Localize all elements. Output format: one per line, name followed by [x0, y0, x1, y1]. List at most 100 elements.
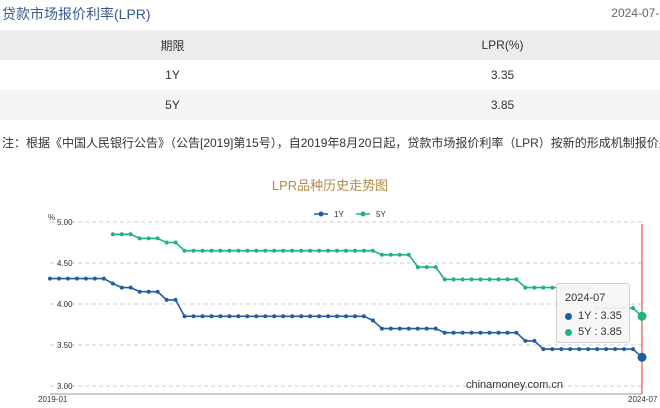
data-point-5y — [317, 248, 322, 253]
data-point-5y — [505, 277, 510, 282]
data-point-1y — [263, 314, 268, 319]
data-point-5y — [110, 232, 115, 237]
data-point-5y — [451, 277, 456, 282]
data-point-1y — [57, 276, 61, 281]
tooltip-label: 1Y — [578, 310, 592, 322]
data-point-1y — [155, 289, 160, 294]
data-point-5y — [415, 265, 420, 270]
data-point-1y — [379, 326, 384, 331]
cell-rate: 3.35 — [490, 68, 515, 82]
data-point-1y — [65, 276, 70, 281]
data-point-1y — [478, 330, 483, 335]
data-point-1y — [146, 289, 151, 294]
data-point-1y — [317, 314, 322, 319]
data-point-1y — [173, 297, 178, 302]
data-point-5y — [182, 248, 187, 253]
data-point-5y — [353, 248, 357, 253]
table-row: 5Y 3.85 — [0, 90, 660, 120]
data-point-5y — [218, 248, 223, 253]
x-tick-label: 2019-01 — [38, 395, 68, 404]
data-point-1y — [335, 314, 339, 319]
chart-title: LPR品种历史走势图 — [271, 178, 389, 193]
data-point-1y — [523, 338, 528, 343]
column-header-rate: LPR(%) — [481, 38, 524, 52]
x-tick-label: 2024-07 — [628, 395, 658, 404]
chart-tooltip: 2024-07 1Y : 3.35 5Y : 3.85 — [556, 283, 630, 343]
table-header-row: 期限 LPR(%) — [0, 30, 660, 60]
tooltip-label: 5Y — [578, 326, 592, 338]
y-tick-label: 5.00 — [57, 218, 73, 227]
data-point-1y — [236, 314, 241, 319]
data-point-1y — [370, 318, 375, 323]
cell-term: 5Y — [165, 98, 180, 112]
y-tick-label: 3.50 — [57, 341, 73, 350]
data-point-1y — [577, 347, 582, 352]
series-dot-icon — [565, 328, 572, 336]
tooltip-value: 3.35 — [600, 310, 622, 322]
data-point-1y — [442, 330, 447, 335]
page-title: 贷款市场报价利率(LPR) — [2, 6, 151, 22]
column-header-term: 期限 — [160, 38, 185, 53]
data-point-1y — [451, 330, 456, 335]
data-point-5y — [550, 285, 555, 290]
data-point-1y — [460, 330, 465, 335]
data-point-5y — [299, 248, 304, 253]
data-point-5y — [308, 248, 313, 253]
data-point-5y — [335, 248, 339, 253]
data-point-1y — [637, 352, 647, 362]
data-point-1y — [514, 330, 519, 335]
data-point-5y — [496, 277, 501, 282]
data-point-1y — [353, 314, 357, 319]
data-point-1y — [586, 347, 591, 352]
data-point-1y — [281, 314, 286, 319]
cell-term: 1Y — [165, 68, 180, 82]
data-point-5y — [631, 306, 635, 311]
legend-label-5y: 5Y — [376, 210, 386, 219]
data-point-5y — [200, 248, 205, 253]
y-tick-label: 4.00 — [57, 300, 73, 309]
header-date: 2024-07-2 — [611, 6, 660, 20]
data-point-1y — [110, 281, 115, 286]
data-point-1y — [559, 347, 564, 352]
data-point-5y — [379, 252, 384, 257]
data-point-5y — [263, 248, 268, 253]
data-point-5y — [191, 248, 196, 253]
data-point-1y — [424, 326, 429, 331]
data-point-1y — [361, 314, 366, 319]
data-point-1y — [604, 347, 609, 352]
y-tick-label: 4.50 — [57, 259, 73, 268]
data-point-1y — [83, 276, 88, 281]
data-point-1y — [308, 314, 313, 319]
data-point-1y — [164, 297, 169, 302]
data-point-1y — [299, 314, 304, 319]
data-point-1y — [92, 276, 97, 281]
data-point-5y — [433, 265, 438, 270]
data-point-1y — [415, 326, 420, 331]
tooltip-row-5y: 5Y : 3.85 — [565, 326, 622, 338]
legend-label-1y: 1Y — [334, 210, 344, 219]
data-point-1y — [433, 326, 438, 331]
data-point-5y — [164, 240, 169, 245]
tooltip-value: 3.85 — [600, 326, 622, 338]
data-point-1y — [254, 314, 259, 319]
data-point-5y — [137, 236, 142, 241]
data-point-1y — [200, 314, 205, 319]
data-point-5y — [344, 248, 348, 253]
data-point-5y — [173, 240, 178, 245]
data-point-5y — [146, 236, 151, 241]
data-point-5y — [227, 248, 232, 253]
data-point-5y — [290, 248, 295, 253]
data-point-5y — [397, 252, 402, 257]
tooltip-date: 2024-07 — [565, 292, 606, 304]
data-point-1y — [622, 347, 627, 352]
series-dot-icon — [565, 312, 572, 320]
data-point-1y — [272, 314, 277, 319]
data-point-1y — [613, 347, 618, 352]
data-point-1y — [631, 347, 635, 352]
data-point-1y — [218, 314, 223, 319]
y-tick-label: 3.00 — [57, 382, 73, 391]
data-point-5y — [424, 265, 429, 270]
data-point-1y — [227, 314, 232, 319]
data-point-1y — [74, 276, 79, 281]
data-point-5y — [469, 277, 474, 282]
